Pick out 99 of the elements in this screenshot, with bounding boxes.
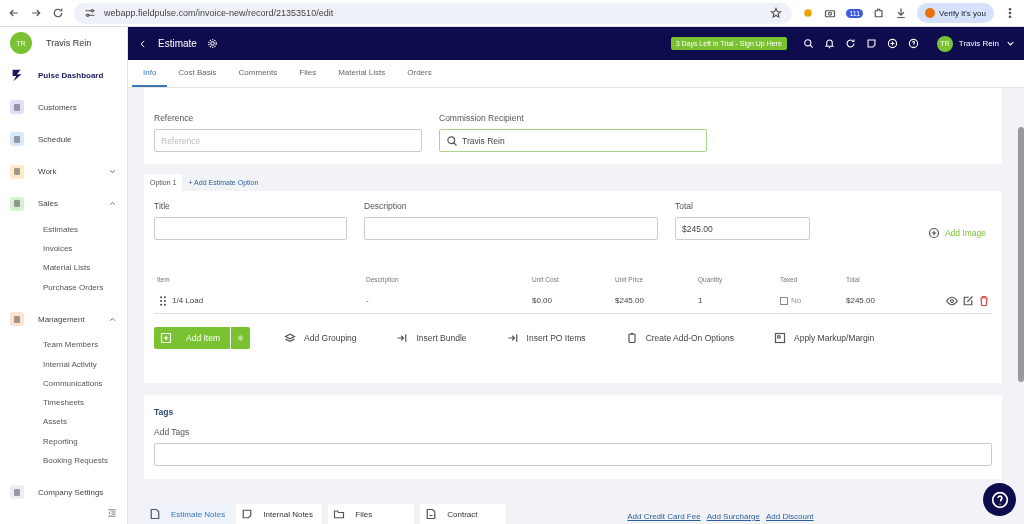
eye-icon[interactable] — [946, 294, 958, 307]
field-label: Commission Recipient — [439, 113, 525, 123]
logo-icon — [10, 68, 24, 83]
table-cell: $245.00 — [843, 288, 933, 314]
delete-icon[interactable] — [978, 294, 990, 307]
reference-field[interactable]: Reference — [154, 129, 422, 152]
sidebar-subitem[interactable]: Estimates — [0, 219, 127, 240]
sidebar-subitem[interactable]: Internal Activity — [0, 354, 127, 374]
tab[interactable]: Comments — [227, 60, 289, 87]
toolbar-button[interactable]: Create Add-On Options — [619, 331, 740, 345]
field-label: Total — [675, 201, 694, 211]
help-icon[interactable] — [907, 38, 919, 49]
table-cell: $245.00 — [612, 288, 695, 314]
link[interactable]: Add Surcharge — [706, 512, 760, 521]
field-label: Description — [364, 201, 408, 211]
help-icon — [990, 490, 1009, 509]
add-icon[interactable] — [886, 38, 898, 49]
document-icon — [149, 508, 161, 520]
collapse-menu-icon[interactable] — [107, 508, 117, 518]
star-icon[interactable] — [770, 7, 783, 19]
sidebar-subitem[interactable]: Assets — [0, 412, 127, 432]
forward-icon[interactable] — [30, 7, 42, 19]
taxed-label: No — [791, 296, 802, 305]
search-icon[interactable] — [802, 38, 814, 49]
sidebar-item[interactable]: Pulse Dashboard — [0, 59, 127, 92]
sidebar-item[interactable]: Customers — [0, 91, 127, 124]
user-name[interactable]: Travis Rein — [958, 39, 999, 48]
sidebar-subitem[interactable]: Invoices — [0, 239, 127, 259]
taxed-checkbox[interactable] — [780, 296, 788, 305]
document-icon — [425, 508, 438, 520]
sidebar-subitem[interactable]: Material Lists — [0, 258, 127, 278]
note-icon — [241, 508, 254, 520]
table-cell: - — [363, 288, 529, 314]
note-icon[interactable] — [865, 38, 877, 49]
total-field[interactable]: $245.00 — [675, 217, 810, 240]
url-text: webapp.fieldpulse.com/invoice-new/record/21353510/edit — [104, 8, 334, 18]
puzzle-icon[interactable] — [873, 7, 886, 19]
verify-button[interactable]: Verify it's you — [917, 3, 994, 23]
link[interactable]: Add Credit Card Fee — [627, 512, 701, 521]
help-button[interactable] — [983, 483, 1016, 516]
notes-tab[interactable]: Contract — [420, 504, 507, 524]
field-label: Add Tags — [154, 427, 191, 437]
toolbar-button[interactable]: Insert PO Items — [500, 331, 592, 345]
sidebar-subitem[interactable]: Purchase Orders — [0, 277, 127, 297]
sidebar-subitem[interactable]: Team Members — [0, 335, 127, 355]
description-field[interactable] — [364, 217, 658, 240]
reload-icon[interactable] — [52, 7, 64, 19]
camera-icon[interactable] — [824, 7, 837, 19]
folder-icon — [333, 508, 346, 520]
back-icon[interactable] — [138, 38, 148, 49]
add-icon — [160, 332, 172, 344]
sidebar-subitem[interactable]: Communications — [0, 373, 127, 393]
notes-tab[interactable]: Files — [328, 504, 415, 524]
field-label: Title — [154, 201, 171, 211]
settings-icon — [237, 332, 245, 344]
download-icon[interactable] — [895, 7, 908, 19]
title-field[interactable] — [154, 217, 347, 240]
table-cell: 1 — [695, 288, 777, 314]
field-label: Reference — [154, 113, 195, 123]
sidebar-item[interactable]: Company Settings — [0, 476, 127, 509]
user-name: Travis Rein — [46, 38, 92, 49]
sidebar-item[interactable]: Schedule — [0, 123, 127, 156]
settings-icon[interactable] — [206, 38, 218, 49]
sidebar-item[interactable]: Management — [0, 302, 127, 336]
commission-recipient-field[interactable]: Travis Rein — [439, 129, 707, 152]
toolbar-button[interactable]: Insert Bundle — [390, 331, 473, 345]
sidebar-subitem[interactable]: Booking Requests — [0, 450, 127, 471]
insert-icon — [396, 332, 409, 344]
sidebar-item[interactable]: Work — [0, 155, 127, 188]
sidebar-item[interactable]: Sales — [0, 187, 127, 220]
table-cell: 1/4 Load — [154, 288, 363, 314]
sidebar-subitem[interactable]: Timesheets — [0, 392, 127, 413]
grid-icon — [774, 332, 786, 344]
bell-icon[interactable] — [823, 38, 835, 49]
layers-icon — [284, 332, 297, 344]
page-title: Estimate — [158, 38, 197, 49]
back-icon[interactable] — [8, 7, 20, 19]
edit-icon[interactable] — [962, 294, 974, 307]
notes-tab[interactable]: Internal Notes — [236, 504, 323, 524]
toolbar-button[interactable]: Add Grouping — [278, 331, 363, 345]
tab[interactable]: Files — [288, 60, 328, 87]
search-icon — [446, 134, 458, 147]
clipboard-icon — [625, 332, 638, 344]
drag-handle-icon[interactable] — [157, 294, 169, 307]
insert-icon — [506, 332, 519, 344]
tags-field[interactable] — [154, 443, 992, 466]
tab[interactable]: Material Lists — [327, 60, 397, 87]
tab[interactable]: Cost Basis — [167, 60, 228, 87]
section-title: Tags — [154, 407, 175, 417]
add-icon — [927, 226, 940, 239]
site-settings-icon[interactable] — [84, 7, 96, 19]
table-cell: $0.00 — [529, 288, 612, 314]
tab[interactable]: Orders — [396, 60, 443, 87]
address-bar[interactable]: webapp.fieldpulse.com/invoice-new/record/21353510/edit — [74, 2, 793, 24]
toolbar-button[interactable]: Apply Markup/Margin — [768, 331, 881, 345]
link[interactable]: Add Discount — [766, 512, 814, 521]
sidebar-subitem[interactable]: Reporting — [0, 431, 127, 451]
scrollbar[interactable] — [1018, 127, 1024, 382]
refresh-icon[interactable] — [844, 38, 856, 49]
